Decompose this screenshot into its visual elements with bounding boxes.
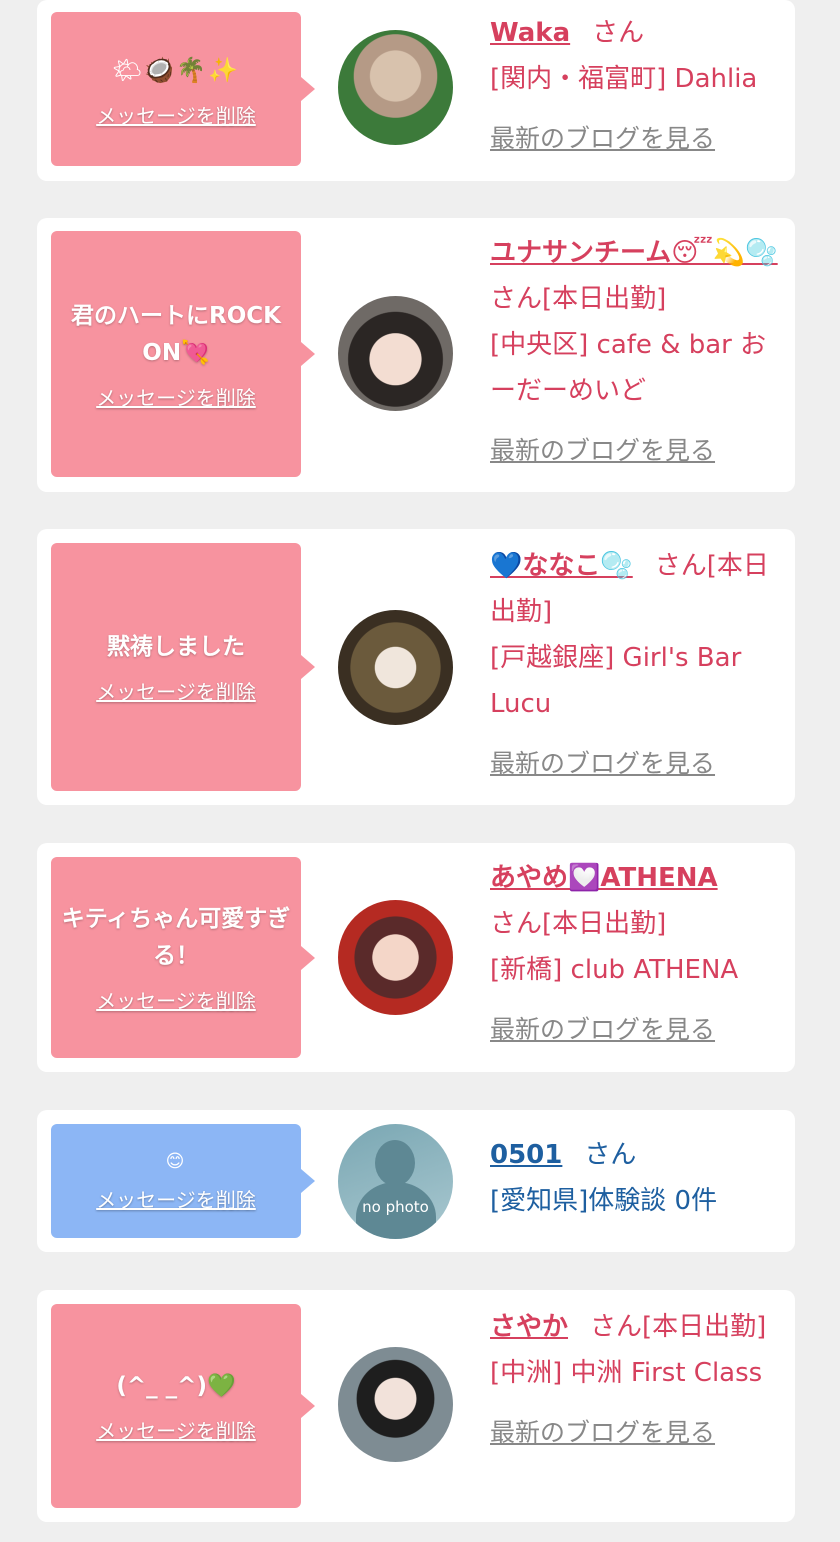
message-text: 君のハートにROCK ON💘 bbox=[71, 302, 281, 366]
latest-blog-link[interactable]: 最新のブログを見る bbox=[490, 1007, 715, 1053]
message-text: キティちゃん可愛すぎる！ bbox=[61, 906, 291, 969]
latest-blog-link[interactable]: 最新のブログを見る bbox=[490, 116, 715, 162]
store-name: [中央区] cafe & bar おーだーめいど bbox=[490, 330, 767, 406]
honorific: さん[本日出勤] bbox=[590, 1312, 767, 1342]
user-info: 💙ななこ🫧 さん[本日出勤] [戸越銀座] Girl's Bar Lucu 最新の… bbox=[490, 543, 782, 787]
latest-blog-link[interactable]: 最新のブログを見る bbox=[490, 428, 715, 474]
user-info: さやか さん[本日出勤] [中洲] 中洲 First Class 最新のブログを見… bbox=[490, 1304, 782, 1456]
delete-message-link[interactable]: メッセージを削除 bbox=[96, 985, 256, 1014]
store-name: [新橋] club ATHENA bbox=[490, 955, 739, 985]
message-bubble: 君のハートにROCK ON💘 メッセージを削除 bbox=[51, 231, 315, 477]
avatar[interactable] bbox=[338, 30, 453, 145]
honorific: さん bbox=[592, 18, 645, 48]
message-text: 😊 bbox=[165, 1150, 187, 1172]
user-name-link[interactable]: 0501 bbox=[490, 1140, 562, 1170]
message-card: (^_ _^)💚 メッセージを削除 さやか さん[本日出勤] [中洲] 中洲 Fi… bbox=[37, 1290, 795, 1522]
review-count: [愛知県]体験談 0件 bbox=[490, 1186, 718, 1216]
user-info: Waka さん [関内・福富町] Dahlia 最新のブログを見る bbox=[490, 10, 782, 162]
message-card: 黙祷しました メッセージを削除 💙ななこ🫧 さん[本日出勤] [戸越銀座] Gir… bbox=[37, 529, 795, 805]
user-name-link[interactable]: ユナサンチーム😴💫🫧 bbox=[490, 238, 778, 268]
message-card: 😊 メッセージを削除 no photo 0501 さん [愛知県]体験談 0件 bbox=[37, 1110, 795, 1252]
message-text: 黙祷しました bbox=[107, 634, 245, 660]
message-bubble: 黙祷しました メッセージを削除 bbox=[51, 543, 315, 791]
message-card: 🌤🥥🌴✨ メッセージを削除 Waka さん [関内・福富町] Dahlia 最新の… bbox=[37, 0, 795, 181]
avatar[interactable] bbox=[338, 296, 453, 411]
message-card: 君のハートにROCK ON💘 メッセージを削除 ユナサンチーム😴💫🫧 さん[本日… bbox=[37, 218, 795, 492]
honorific: さん bbox=[584, 1140, 637, 1170]
user-name-link[interactable]: さやか bbox=[490, 1312, 568, 1342]
message-bubble: 🌤🥥🌴✨ メッセージを削除 bbox=[51, 12, 315, 166]
user-name-link[interactable]: 💙ななこ🫧 bbox=[490, 551, 633, 581]
person-silhouette-icon bbox=[375, 1140, 415, 1186]
avatar[interactable] bbox=[338, 610, 453, 725]
delete-message-link[interactable]: メッセージを削除 bbox=[96, 1184, 256, 1213]
avatar[interactable] bbox=[338, 900, 453, 1015]
store-name: [中洲] 中洲 First Class bbox=[490, 1358, 763, 1388]
user-info: あやめ💟ATHENA さん[本日出勤] [新橋] club ATHENA 最新の… bbox=[490, 855, 782, 1053]
message-card: キティちゃん可愛すぎる！ メッセージを削除 あやめ💟ATHENA さん[本日出勤… bbox=[37, 843, 795, 1072]
no-photo-label: no photo bbox=[362, 1198, 429, 1216]
store-name: [戸越銀座] Girl's Bar Lucu bbox=[490, 643, 742, 719]
honorific: さん[本日出勤] bbox=[490, 284, 667, 314]
avatar[interactable] bbox=[338, 1347, 453, 1462]
delete-message-link[interactable]: メッセージを削除 bbox=[96, 1415, 256, 1444]
message-text: 🌤🥥🌴✨ bbox=[111, 55, 241, 84]
latest-blog-link[interactable]: 最新のブログを見る bbox=[490, 741, 715, 787]
user-info: ユナサンチーム😴💫🫧 さん[本日出勤] [中央区] cafe & bar おーだ… bbox=[490, 230, 782, 474]
user-name-link[interactable]: あやめ💟ATHENA bbox=[490, 863, 718, 893]
latest-blog-link[interactable]: 最新のブログを見る bbox=[490, 1410, 715, 1456]
message-bubble: キティちゃん可愛すぎる！ メッセージを削除 bbox=[51, 857, 315, 1058]
user-name-link[interactable]: Waka bbox=[490, 18, 570, 48]
user-info: 0501 さん [愛知県]体験談 0件 bbox=[490, 1132, 782, 1224]
delete-message-link[interactable]: メッセージを削除 bbox=[96, 100, 256, 129]
store-name: [関内・福富町] Dahlia bbox=[490, 64, 758, 94]
honorific: さん[本日出勤] bbox=[490, 909, 667, 939]
delete-message-link[interactable]: メッセージを削除 bbox=[96, 676, 256, 705]
no-photo-avatar[interactable]: no photo bbox=[338, 1124, 453, 1239]
message-text: (^_ _^)💚 bbox=[116, 1373, 236, 1399]
message-bubble: 😊 メッセージを削除 bbox=[51, 1124, 315, 1238]
delete-message-link[interactable]: メッセージを削除 bbox=[96, 382, 256, 411]
message-bubble: (^_ _^)💚 メッセージを削除 bbox=[51, 1304, 315, 1508]
